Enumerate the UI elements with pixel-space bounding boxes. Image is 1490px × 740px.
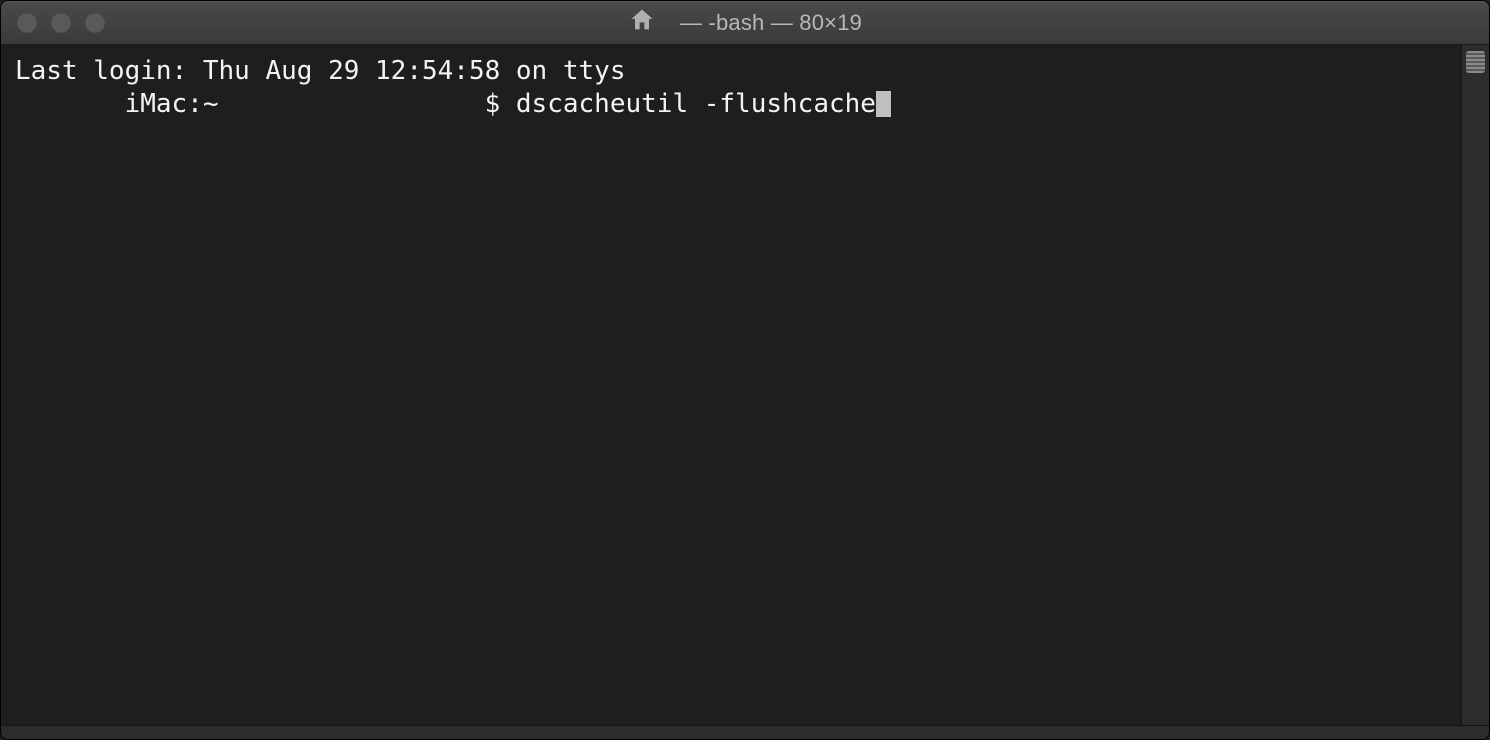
window-titlebar[interactable]: — -bash — 80×19 (1, 1, 1489, 45)
terminal-line: iMac:~ $ dscacheutil -flushcache (15, 88, 1447, 121)
terminal-window: — -bash — 80×19 Last login: Thu Aug 29 1… (0, 0, 1490, 740)
home-icon (628, 6, 656, 39)
minimize-button[interactable] (51, 13, 71, 33)
terminal-line: Last login: Thu Aug 29 12:54:58 on ttys (15, 55, 1447, 88)
window-title: — -bash — 80×19 (680, 10, 862, 36)
content-row: Last login: Thu Aug 29 12:54:58 on ttys … (1, 45, 1489, 725)
bottom-scrollbar-area (1, 725, 1489, 739)
vertical-scrollbar[interactable] (1461, 45, 1489, 725)
title-center: — -bash — 80×19 (1, 6, 1489, 39)
traffic-lights (17, 13, 105, 33)
prompt-and-command: iMac:~ $ dscacheutil -flushcache (15, 89, 876, 119)
terminal-content[interactable]: Last login: Thu Aug 29 12:54:58 on ttys … (1, 45, 1461, 725)
scroll-thumb-indicator[interactable] (1466, 51, 1485, 73)
cursor (876, 91, 891, 117)
zoom-button[interactable] (85, 13, 105, 33)
close-button[interactable] (17, 13, 37, 33)
